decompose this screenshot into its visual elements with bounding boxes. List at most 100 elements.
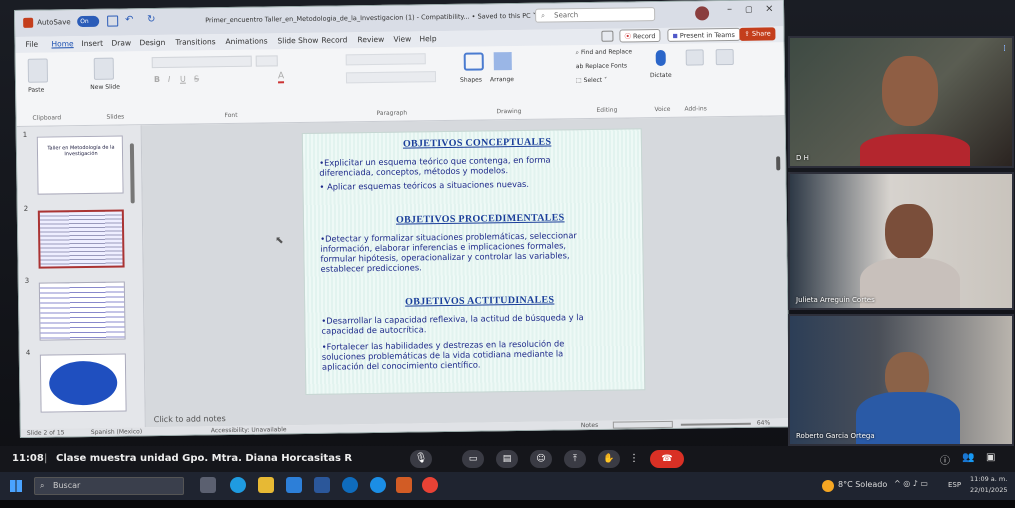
- shapes-icon[interactable]: [463, 52, 484, 71]
- select-button[interactable]: ⬚ Select ˅: [576, 77, 607, 84]
- participant-1-shirt: [860, 134, 970, 166]
- taskbar-search[interactable]: ⌕ Buscar: [34, 477, 184, 495]
- tab-design[interactable]: Design: [139, 38, 165, 47]
- heading-objetivos-procedimentales: OBJETIVOS PROCEDIMENTALES: [395, 212, 565, 226]
- share-button[interactable]: ⇪ Share: [739, 27, 776, 41]
- status-language[interactable]: Spanish (Mexico): [91, 428, 142, 436]
- participant-tile-3[interactable]: Roberto Garcia Ortega: [788, 314, 1014, 446]
- close-icon[interactable]: ×: [765, 3, 774, 14]
- clock-date[interactable]: 22/01/2025: [970, 486, 1007, 494]
- tab-file[interactable]: File: [25, 40, 38, 49]
- language-indicator[interactable]: ESP: [948, 481, 961, 489]
- thumb-scrollbar[interactable]: [129, 143, 135, 204]
- status-zoom[interactable]: 64%: [757, 419, 770, 426]
- designer-icon[interactable]: [715, 48, 734, 66]
- microphone-icon[interactable]: [655, 49, 666, 67]
- status-notes-button[interactable]: Notes: [581, 422, 598, 429]
- font-color-icon[interactable]: A: [277, 71, 285, 84]
- canvas-scrollbar[interactable]: [776, 156, 781, 171]
- replace-fonts-label: Replace Fonts: [585, 62, 628, 71]
- slide-thumbnail-2[interactable]: [37, 209, 125, 269]
- arrange-icon[interactable]: [493, 52, 512, 71]
- tray-icons[interactable]: ^ ◎ ♪ ▭: [894, 479, 928, 488]
- current-slide[interactable]: OBJETIVOS CONCEPTUALES •Explicitar un es…: [301, 128, 646, 395]
- more-options-icon[interactable]: ⁞: [1003, 44, 1006, 54]
- tab-draw[interactable]: Draw: [111, 38, 131, 47]
- comments-icon[interactable]: [601, 30, 614, 42]
- find-replace-button[interactable]: ⌕ Find and Replace: [576, 48, 633, 57]
- info-icon[interactable]: ⓘ: [940, 452, 950, 467]
- thumb-number: 4: [25, 348, 31, 357]
- slide-thumbnail-1[interactable]: Taller en Metodología de la Investigació…: [36, 135, 124, 195]
- tab-record[interactable]: Record: [321, 35, 347, 44]
- zoom-slider[interactable]: [680, 422, 751, 426]
- font-size-box[interactable]: [255, 55, 278, 67]
- search-box[interactable]: ⌕ Search: [535, 7, 656, 23]
- meeting-controls-bar: 11:08 | Clase muestra unidad Gpo. Mtra. …: [0, 446, 1015, 472]
- leave-call-button[interactable]: ☎: [650, 450, 684, 468]
- maximize-icon[interactable]: ▢: [745, 5, 753, 14]
- present-in-teams-button[interactable]: ◼ Present in Teams: [667, 27, 741, 42]
- minimize-icon[interactable]: –: [727, 4, 732, 15]
- slide-thumbnail-pane[interactable]: 1 Taller en Metodología de la Investigac…: [16, 125, 146, 429]
- microphone-button[interactable]: 🎙: [410, 450, 432, 468]
- tab-home[interactable]: Home: [51, 39, 73, 48]
- powerpoint-logo-icon: [23, 17, 34, 28]
- tab-slide-show[interactable]: Slide Show: [277, 36, 318, 46]
- status-accessibility[interactable]: Accessibility: Unavailable: [211, 426, 287, 434]
- user-avatar[interactable]: [695, 6, 710, 21]
- clock-time[interactable]: 11:09 a. m.: [970, 475, 1007, 483]
- participant-tile-2[interactable]: Julieta Arreguin Cortes: [788, 172, 1014, 310]
- chrome-icon[interactable]: [422, 477, 438, 493]
- slide-thumbnail-3[interactable]: [38, 281, 126, 341]
- raise-hand-button[interactable]: ✋: [598, 450, 620, 468]
- align-icons[interactable]: [345, 71, 437, 84]
- addins-icon[interactable]: [685, 49, 704, 66]
- heading-objetivos-actitudinales: OBJETIVOS ACTITUDINALES: [405, 294, 555, 308]
- tab-insert[interactable]: Insert: [81, 39, 103, 48]
- new-slide-icon[interactable]: [93, 57, 114, 80]
- tab-review[interactable]: Review: [357, 35, 384, 44]
- slide-thumbnail-4[interactable]: [39, 353, 127, 413]
- view-buttons[interactable]: [612, 420, 673, 429]
- paste-icon[interactable]: [27, 58, 49, 83]
- more-options-button[interactable]: ⋮: [628, 450, 640, 468]
- reactions-button[interactable]: ☺: [530, 450, 552, 468]
- tab-help[interactable]: Help: [419, 34, 436, 43]
- weather-text[interactable]: 8°C Soleado: [838, 480, 887, 489]
- people-icon[interactable]: 👥: [962, 452, 974, 463]
- underline-icon[interactable]: U: [180, 75, 186, 84]
- replace-fonts-button[interactable]: ab Replace Fonts: [576, 62, 627, 70]
- store-icon[interactable]: [286, 477, 302, 493]
- start-icon[interactable]: [10, 480, 22, 492]
- chat-icon[interactable]: ▣: [986, 452, 995, 463]
- bullet-conceptual-2: • Aplicar esquemas teóricos a situacione…: [319, 178, 530, 192]
- undo-icon[interactable]: ↶: [125, 14, 134, 25]
- redo-icon[interactable]: ↻: [147, 14, 156, 25]
- strikethrough-icon[interactable]: S: [194, 74, 199, 83]
- windows-taskbar: ⌕ Buscar 8°C Soleado ^ ◎ ♪ ▭ ESP 11:09 a…: [0, 472, 1015, 500]
- font-name-box[interactable]: [151, 55, 252, 69]
- present-button[interactable]: ⤒: [564, 450, 586, 468]
- tab-view[interactable]: View: [393, 34, 411, 43]
- edge-icon[interactable]: [230, 477, 246, 493]
- tab-transitions[interactable]: Transitions: [175, 37, 215, 47]
- tab-animations[interactable]: Animations: [225, 36, 267, 46]
- outlook-icon[interactable]: [342, 477, 358, 493]
- record-button[interactable]: ⦿ Record: [619, 28, 661, 43]
- bullets-icon[interactable]: [345, 53, 426, 66]
- captions-button[interactable]: ▤: [496, 450, 518, 468]
- camera-button[interactable]: ▭: [462, 450, 484, 468]
- task-view-icon[interactable]: [200, 477, 216, 493]
- word-icon[interactable]: [314, 477, 330, 493]
- bullet-procedimental-1: •Detectar y formalizar situaciones probl…: [320, 230, 577, 274]
- dictate-label: Dictate: [649, 71, 672, 80]
- save-icon[interactable]: [107, 15, 119, 27]
- ie-icon[interactable]: [370, 477, 386, 493]
- bold-icon[interactable]: B: [154, 75, 160, 84]
- autosave-toggle[interactable]: On: [77, 15, 100, 28]
- file-explorer-icon[interactable]: [258, 477, 274, 493]
- participant-tile-1[interactable]: ⁞ D H: [788, 36, 1014, 168]
- teams-taskbar-icon[interactable]: [396, 477, 412, 493]
- italic-icon[interactable]: I: [168, 75, 170, 84]
